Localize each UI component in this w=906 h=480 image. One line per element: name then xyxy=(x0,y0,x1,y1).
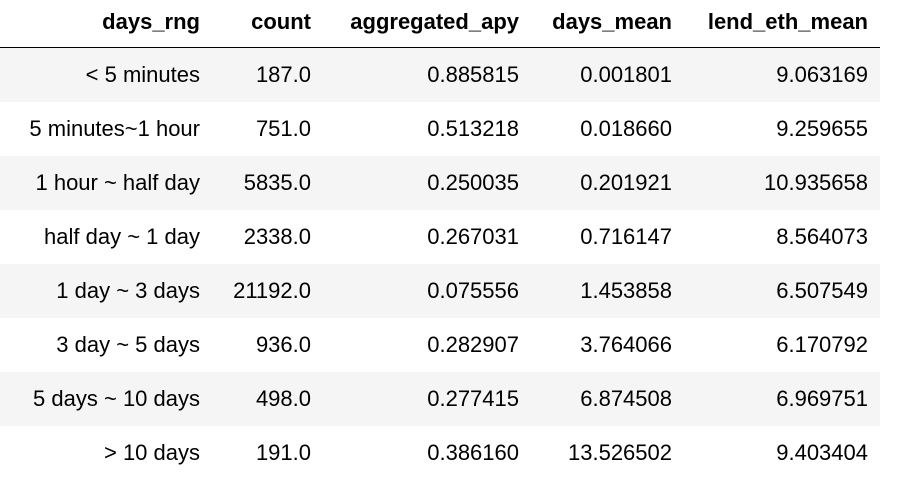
table-row: > 10 days 191.0 0.386160 13.526502 9.403… xyxy=(0,426,880,480)
cell-days-rng: 5 days ~ 10 days xyxy=(33,386,200,411)
table-row: 5 days ~ 10 days 498.0 0.277415 6.874508… xyxy=(0,372,880,426)
column-header-count: count xyxy=(251,8,311,34)
cell-days-rng: half day ~ 1 day xyxy=(44,224,200,249)
cell-count: 936.0 xyxy=(255,332,311,357)
cell-days-mean: 3.764066 xyxy=(580,332,672,357)
cell-days-rng: 3 day ~ 5 days xyxy=(56,332,200,357)
cell-lend-eth-mean: 6.170792 xyxy=(776,332,868,357)
cell-count: 751.0 xyxy=(255,116,311,141)
cell-count: 21192.0 xyxy=(233,278,311,303)
header-row: days_rng count aggregated_apy days_mean … xyxy=(0,0,880,48)
table-row: < 5 minutes 187.0 0.885815 0.001801 9.06… xyxy=(0,47,880,102)
cell-aggregated-apy: 0.267031 xyxy=(427,224,519,249)
cell-days-rng: 5 minutes~1 hour xyxy=(29,116,200,141)
cell-days-rng: > 10 days xyxy=(103,440,200,465)
dataframe-table: days_rng count aggregated_apy days_mean … xyxy=(0,0,880,480)
table-row: 3 day ~ 5 days 936.0 0.282907 3.764066 6… xyxy=(0,318,880,372)
table-row: 5 minutes~1 hour 751.0 0.513218 0.018660… xyxy=(0,102,880,156)
cell-aggregated-apy: 0.513218 xyxy=(427,116,519,141)
cell-aggregated-apy: 0.250035 xyxy=(427,170,519,195)
cell-days-mean: 0.018660 xyxy=(580,116,672,141)
cell-lend-eth-mean: 9.403404 xyxy=(776,440,868,465)
cell-days-mean: 1.453858 xyxy=(580,278,672,303)
cell-lend-eth-mean: 6.507549 xyxy=(776,278,868,303)
cell-lend-eth-mean: 9.259655 xyxy=(776,116,868,141)
cell-days-mean: 13.526502 xyxy=(568,440,672,465)
cell-days-rng: < 5 minutes xyxy=(85,62,200,87)
cell-aggregated-apy: 0.075556 xyxy=(427,278,519,303)
cell-aggregated-apy: 0.386160 xyxy=(427,440,519,465)
dataframe-output: days_rng count aggregated_apy days_mean … xyxy=(0,0,906,480)
table-header: days_rng count aggregated_apy days_mean … xyxy=(0,0,880,48)
table-row: 1 hour ~ half day 5835.0 0.250035 0.2019… xyxy=(0,156,880,210)
cell-days-mean: 0.001801 xyxy=(580,62,672,87)
table-row: half day ~ 1 day 2338.0 0.267031 0.71614… xyxy=(0,210,880,264)
column-header-days-rng: days_rng xyxy=(102,8,200,34)
cell-days-mean: 0.716147 xyxy=(580,224,672,249)
column-header-lend-eth-mean: lend_eth_mean xyxy=(707,8,868,34)
cell-count: 191.0 xyxy=(255,440,311,465)
cell-days-mean: 6.874508 xyxy=(580,386,672,411)
cell-days-rng: 1 day ~ 3 days xyxy=(56,278,200,303)
cell-count: 5835.0 xyxy=(243,170,311,195)
column-header-days-mean: days_mean xyxy=(552,8,672,34)
cell-count: 498.0 xyxy=(255,386,311,411)
cell-lend-eth-mean: 6.969751 xyxy=(776,386,868,411)
cell-count: 187.0 xyxy=(255,62,311,87)
cell-days-mean: 0.201921 xyxy=(580,170,672,195)
column-header-aggregated-apy: aggregated_apy xyxy=(350,8,519,34)
cell-lend-eth-mean: 8.564073 xyxy=(776,224,868,249)
cell-days-rng: 1 hour ~ half day xyxy=(35,170,200,195)
cell-aggregated-apy: 0.885815 xyxy=(427,62,519,87)
cell-aggregated-apy: 0.277415 xyxy=(427,386,519,411)
cell-count: 2338.0 xyxy=(243,224,311,249)
table-row: 1 day ~ 3 days 21192.0 0.075556 1.453858… xyxy=(0,264,880,318)
cell-lend-eth-mean: 9.063169 xyxy=(776,62,868,87)
cell-lend-eth-mean: 10.935658 xyxy=(764,170,868,195)
cell-aggregated-apy: 0.282907 xyxy=(427,332,519,357)
table-body: < 5 minutes 187.0 0.885815 0.001801 9.06… xyxy=(0,47,880,480)
